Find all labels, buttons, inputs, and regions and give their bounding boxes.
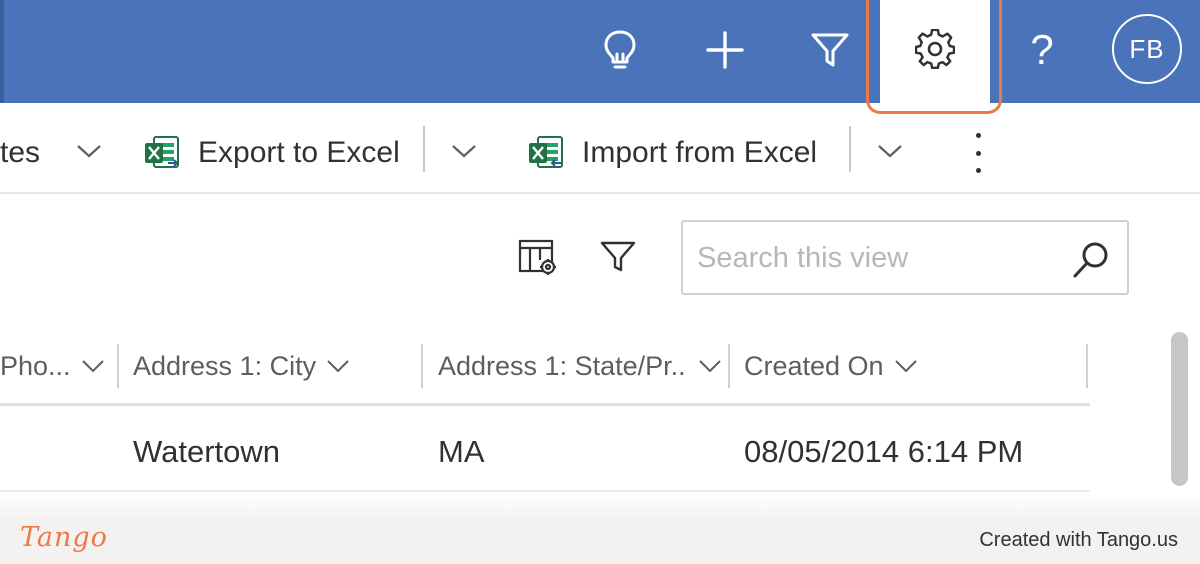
- column-separator: [728, 344, 730, 388]
- export-to-excel-label: Export to Excel: [198, 136, 400, 169]
- grid-header: Pho... Address 1: City Address 1: State/…: [0, 330, 1090, 402]
- filter-icon[interactable]: [806, 24, 854, 76]
- view-filter-icon[interactable]: [600, 240, 636, 274]
- excel-import-icon: [529, 136, 563, 168]
- app-header-bar: ? FB: [0, 0, 1200, 103]
- cell-created-on: 08/05/2014 6:14 PM: [744, 434, 1024, 469]
- column-header-label: Pho...: [0, 350, 71, 381]
- column-header-state[interactable]: Address 1: State/Pr...: [438, 344, 722, 388]
- column-header-label: Created On: [744, 350, 884, 381]
- chevron-down-icon: [327, 360, 349, 373]
- search-icon[interactable]: [1071, 240, 1111, 280]
- column-header-created-on[interactable]: Created On: [744, 344, 1044, 388]
- user-avatar[interactable]: FB: [1112, 14, 1182, 84]
- column-separator: [117, 344, 119, 388]
- settings-icon: [915, 29, 955, 69]
- import-from-excel-label: Import from Excel: [582, 136, 818, 169]
- scrollbar-thumb[interactable]: [1171, 332, 1188, 486]
- tango-credit-text: Created with Tango.us: [979, 529, 1178, 551]
- export-to-excel-button[interactable]: Export to Excel: [144, 106, 402, 194]
- plus-icon[interactable]: [701, 24, 749, 76]
- command-separator: [423, 126, 425, 172]
- tango-footer: Tango Created with Tango.us: [0, 518, 1200, 564]
- command-bar: tes Export to Excel Import from Excel: [0, 106, 1200, 194]
- cell-state: MA: [438, 434, 485, 469]
- chevron-down-icon[interactable]: [76, 143, 102, 159]
- search-input[interactable]: [697, 238, 1057, 278]
- column-separator: [1086, 344, 1088, 388]
- chevron-down-icon: [894, 360, 917, 373]
- chevron-down-icon[interactable]: [451, 143, 477, 159]
- chevron-down-icon[interactable]: [877, 143, 903, 159]
- tango-logo: Tango: [20, 522, 108, 553]
- truncated-command-label[interactable]: tes: [0, 136, 40, 170]
- column-header-phone[interactable]: Pho...: [0, 344, 110, 388]
- column-header-label: Address 1: City: [133, 350, 317, 381]
- import-from-excel-button[interactable]: Import from Excel: [528, 106, 828, 194]
- column-header-city[interactable]: Address 1: City: [133, 344, 413, 388]
- chevron-down-icon: [81, 360, 104, 373]
- excel-export-icon: [145, 136, 179, 168]
- column-separator: [421, 344, 423, 388]
- search-this-view-box: [681, 220, 1129, 295]
- lightbulb-icon[interactable]: [596, 24, 644, 76]
- help-label: ?: [1030, 26, 1054, 73]
- edit-columns-icon[interactable]: [518, 238, 558, 276]
- chevron-down-icon: [699, 360, 721, 373]
- column-header-label: Address 1: State/Pr...: [438, 350, 688, 381]
- settings-button[interactable]: [880, 0, 990, 106]
- table-row[interactable]: Watertown MA 08/05/2014 6:14 PM: [0, 406, 1090, 492]
- cell-city: Watertown: [133, 434, 281, 469]
- help-icon[interactable]: ?: [1018, 24, 1066, 76]
- footer-fade: [0, 494, 1200, 518]
- more-commands-icon[interactable]: [968, 133, 988, 173]
- command-separator: [849, 126, 851, 172]
- header-edge: [0, 0, 4, 103]
